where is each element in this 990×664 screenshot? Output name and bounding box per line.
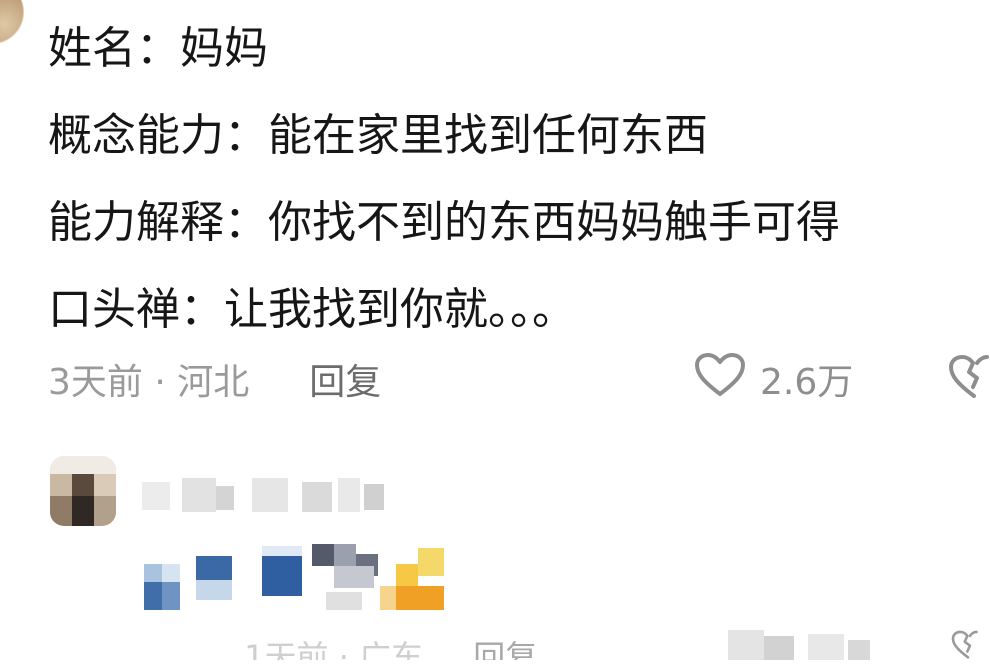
pixelated-avatar[interactable] bbox=[50, 456, 116, 526]
comment-line-name: 姓名：妈妈 bbox=[48, 23, 268, 74]
like-count: 2.6万 bbox=[760, 362, 854, 403]
broken-heart-icon bbox=[948, 355, 990, 409]
dislike-button[interactable] bbox=[948, 354, 990, 409]
pixelated-username bbox=[142, 478, 392, 514]
pixelated-emoji-row bbox=[144, 544, 454, 616]
commenter-avatar[interactable] bbox=[0, 0, 24, 44]
next-dislike-button[interactable] bbox=[946, 630, 990, 664]
next-reply-button[interactable]: 回复 bbox=[473, 638, 537, 660]
comment-body: 姓名：妈妈 概念能力：能在家里找到任何东西 能力解释：你找不到的东西妈妈触手可得… bbox=[48, 20, 978, 338]
heart-outline-icon bbox=[694, 352, 746, 407]
pixelated-like-area bbox=[728, 626, 888, 660]
reply-button[interactable]: 回复 bbox=[309, 353, 381, 405]
comment-time-location: 3天前 · 河北 bbox=[48, 362, 250, 403]
like-button[interactable]: 2.6万 bbox=[694, 352, 853, 406]
comment-line-catchphrase: 口头禅：让我找到你就。。。 bbox=[48, 284, 576, 335]
comment-line-explanation: 能力解释：你找不到的东西妈妈触手可得 bbox=[48, 197, 840, 248]
broken-heart-icon bbox=[946, 630, 990, 664]
next-comment-meta: 1天前 · 广东 回复 bbox=[144, 632, 544, 660]
next-comment-time-location: 1天前 · 广东 bbox=[244, 638, 424, 660]
comment-meta-row: 3天前 · 河北 回复 2.6万 bbox=[48, 352, 990, 406]
comment-line-ability: 概念能力：能在家里找到任何东西 bbox=[48, 110, 708, 161]
